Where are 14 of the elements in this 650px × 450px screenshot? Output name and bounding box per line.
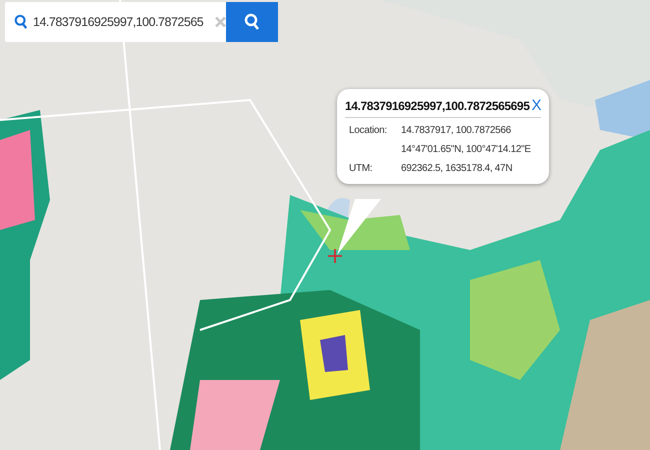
- field-value: 14.7837917, 100.7872566: [401, 125, 512, 136]
- field-value: 14°47'01.65"N, 100°47'14.12"E: [401, 144, 532, 155]
- search-button[interactable]: [226, 2, 278, 42]
- popup-title: 14.7837916925997,100.7872565695: [345, 98, 530, 112]
- field-value: 692362.5, 1635178.4, 47N: [401, 163, 514, 174]
- field-label: Location:: [349, 125, 388, 136]
- close-button[interactable]: X: [529, 97, 544, 114]
- search-icon: [244, 13, 260, 31]
- search-input[interactable]: 14.7837916925997,100.7872565: [33, 15, 209, 29]
- search-icon: [14, 14, 28, 30]
- field-label: UTM:: [349, 163, 374, 174]
- popup-pointer: [337, 199, 381, 255]
- search-field[interactable]: 14.7837916925997,100.7872565: [5, 2, 226, 42]
- crosshair-marker-icon: [328, 249, 342, 263]
